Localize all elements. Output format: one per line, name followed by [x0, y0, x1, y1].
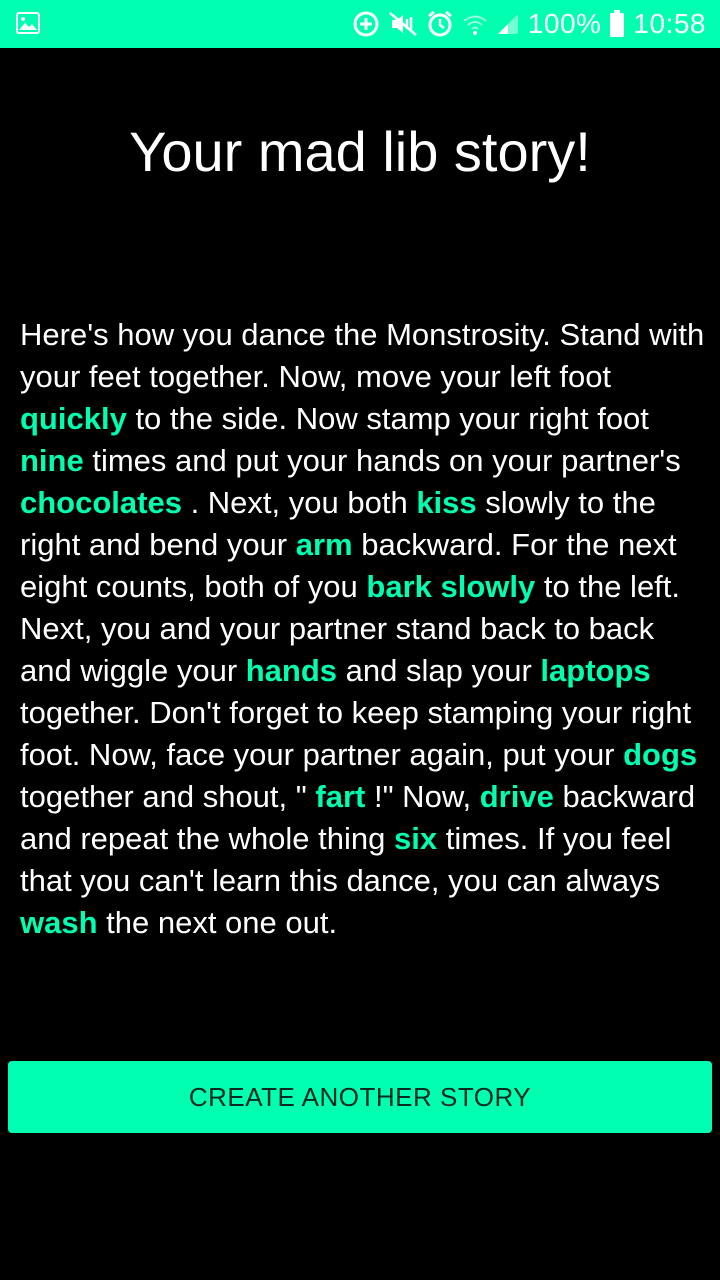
- mute-vibrate-icon: [388, 12, 417, 36]
- status-bar: 100% 10:58: [0, 0, 720, 48]
- filled-word: arm: [295, 527, 353, 562]
- create-another-story-button[interactable]: CREATE ANOTHER STORY: [8, 1061, 712, 1133]
- story-segment: !" Now,: [365, 779, 480, 814]
- story-segment: together. Don't forget to keep stamping …: [20, 695, 692, 772]
- alarm-icon: [427, 10, 452, 37]
- filled-word: dogs: [623, 737, 698, 772]
- page-title: Your mad lib story!: [129, 120, 591, 183]
- clock: 10:58: [633, 8, 706, 39]
- story-segment: Here's how you dance the Monstrosity. St…: [20, 317, 705, 394]
- story-text: Here's how you dance the Monstrosity. St…: [20, 314, 710, 944]
- screen: 100% 10:58 Your mad lib story! Here's ho…: [0, 0, 720, 1280]
- filled-word: nine: [20, 443, 84, 478]
- filled-word: bark slowly: [366, 569, 536, 604]
- status-left: [16, 12, 40, 34]
- story-segment: to the side. Now stamp your right foot: [126, 401, 649, 436]
- data-saver-icon: [353, 11, 379, 37]
- filled-word: six: [394, 821, 438, 856]
- status-right: 100% 10:58: [352, 0, 706, 48]
- story-segment: times and put your hands on your partner…: [83, 443, 681, 478]
- wifi-icon: [463, 15, 487, 35]
- filled-word: chocolates: [20, 485, 182, 520]
- battery-icon: [610, 10, 625, 37]
- filled-word: wash: [20, 905, 98, 940]
- filled-word: laptops: [540, 653, 651, 688]
- battery-percentage: 100%: [527, 8, 602, 39]
- image-notification-icon: [16, 12, 40, 34]
- filled-word: quickly: [20, 401, 127, 436]
- story-segment: the next one out.: [97, 905, 338, 940]
- story-segment: . Next, you both: [181, 485, 417, 520]
- cell-signal-icon: [497, 14, 518, 34]
- story-segment: and slap your: [337, 653, 541, 688]
- filled-word: fart: [315, 779, 366, 814]
- filled-word: drive: [479, 779, 554, 814]
- story-segment: together and shout, ": [20, 779, 316, 814]
- filled-word: hands: [245, 653, 338, 688]
- filled-word: kiss: [416, 485, 477, 520]
